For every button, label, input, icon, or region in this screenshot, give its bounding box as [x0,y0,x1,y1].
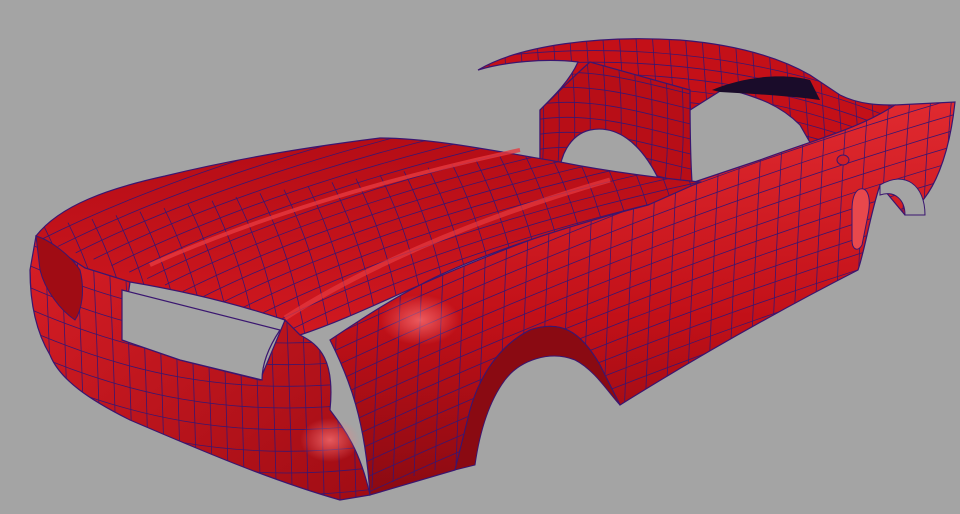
specular-highlight [300,418,360,462]
3d-viewport[interactable] [0,0,960,514]
specular-highlight [380,295,460,345]
car-body-wireframe-model[interactable] [0,0,960,514]
fuel-cap[interactable] [836,154,850,166]
